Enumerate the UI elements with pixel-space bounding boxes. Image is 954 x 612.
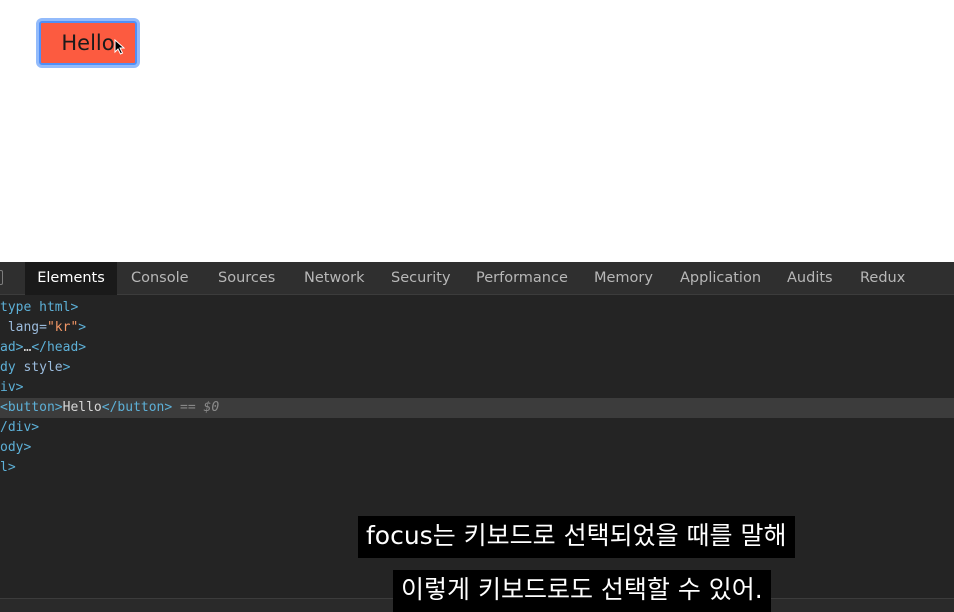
dom-line-html[interactable]: lang="kr"> [0, 318, 954, 338]
head-open: ad> [0, 340, 24, 355]
mouse-cursor-icon [114, 39, 125, 55]
dom-line-doctype[interactable]: type html> [0, 298, 954, 318]
dom-line-button-selected[interactable]: <button>Hello</button> == $0 [0, 398, 954, 418]
tab-performance[interactable]: Performance [463, 262, 581, 295]
tab-network[interactable]: Network [291, 262, 378, 295]
doctype-text: type html> [0, 300, 79, 315]
lang-value: "kr" [46, 320, 79, 335]
body-tag: dy [0, 360, 16, 375]
equals-sign: == [180, 400, 196, 415]
lang-attr: lang= [7, 320, 47, 335]
head-close: </head> [31, 340, 87, 355]
page-preview: Hello [0, 0, 954, 262]
style-attr: style [23, 360, 63, 375]
tab-elements[interactable]: Elements [25, 262, 117, 295]
div-close: /div> [0, 420, 40, 435]
subtitle-line-2: 이렇게 키보드로도 선택할 수 있어. [393, 570, 771, 612]
body-close: ody> [0, 440, 32, 455]
button-text-node: Hello [62, 400, 102, 415]
dom-line-html-close[interactable]: l> [0, 458, 954, 478]
tab-memory[interactable]: Memory [581, 262, 666, 295]
dom-line-body-close[interactable]: ody> [0, 438, 954, 458]
tab-application[interactable]: Application [667, 262, 774, 295]
panel-toggle-icon[interactable] [0, 270, 3, 285]
dom-line-body[interactable]: dy style> [0, 358, 954, 378]
dom-line-div[interactable]: iv> [0, 378, 954, 398]
tab-security[interactable]: Security [378, 262, 464, 295]
devtools-panel: Elements Console Sources Network Securit… [0, 262, 954, 612]
tab-sources[interactable]: Sources [205, 262, 288, 295]
html-close: l> [0, 460, 16, 475]
dom-line-div-close[interactable]: /div> [0, 418, 954, 438]
tab-audits[interactable]: Audits [774, 262, 846, 295]
devtools-tabbar: Elements Console Sources Network Securit… [0, 262, 954, 295]
button-open-tag: <button> [0, 400, 63, 415]
subtitle-line-1: focus는 키보드로 선택되었을 때를 말해 [358, 516, 795, 558]
tab-redux[interactable]: Redux [847, 262, 918, 295]
div-open: iv> [0, 380, 24, 395]
dollar-zero-ref: $0 [203, 400, 220, 415]
tab-console[interactable]: Console [118, 262, 202, 295]
dom-tree: type html> lang="kr"> ad>…</head> dy sty… [0, 298, 954, 498]
dom-line-head[interactable]: ad>…</head> [0, 338, 954, 358]
button-close-tag: </button> [101, 400, 173, 415]
